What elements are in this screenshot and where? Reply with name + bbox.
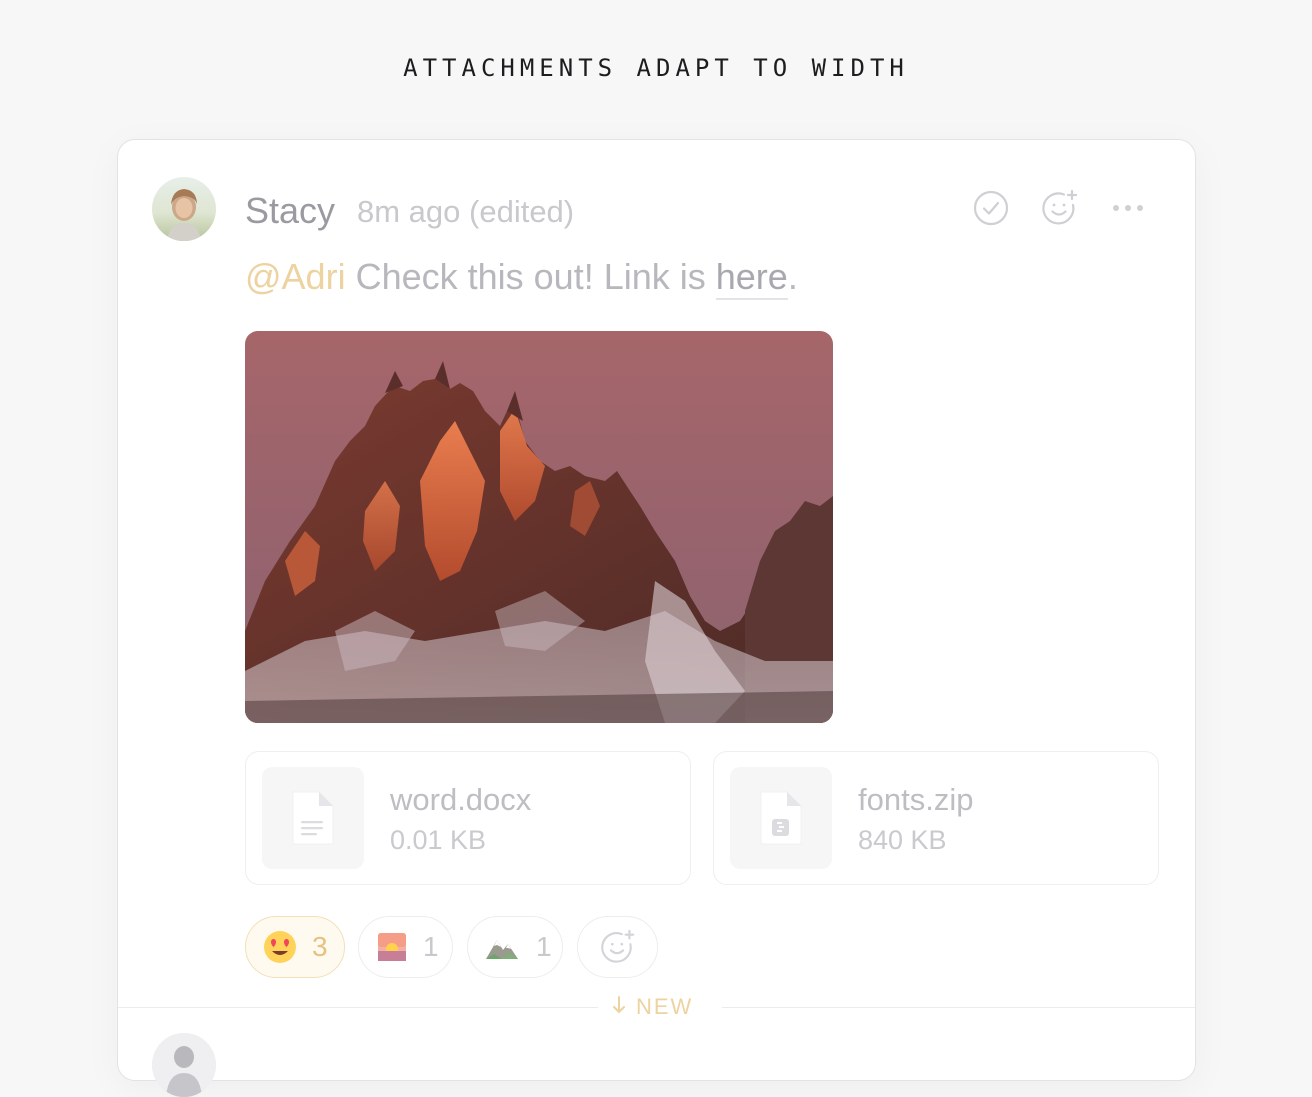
reaction-count: 1 [423,931,439,962]
new-divider-line-right [722,1007,1195,1008]
user-mention[interactable]: @Adri [245,256,346,297]
message-text-end: . [787,256,798,297]
new-label: NEW [636,994,694,1019]
file-size: 0.01 KB [390,825,487,855]
reaction-heart-eyes[interactable]: 3 [245,916,345,978]
page-heading: ATTACHMENTS ADAPT TO WIDTH [403,54,909,82]
message-text: Check this out! Link is [345,256,716,297]
message-link[interactable]: here [715,256,788,300]
add-reaction-button[interactable] [577,916,658,978]
file-size: 840 KB [858,825,947,855]
arrow-down-icon [612,994,626,1020]
reaction-count: 1 [536,931,552,962]
author-avatar[interactable] [152,177,216,241]
file-name: fonts.zip [858,782,974,817]
message-timestamp: 8m ago (edited) [357,194,575,229]
reaction-mountain[interactable]: 1 [467,916,563,978]
new-divider-line-left [118,1007,598,1008]
reaction-count: 3 [312,931,328,962]
mountain-emoji-icon [484,932,520,962]
zip-file-icon [730,767,832,869]
image-attachment[interactable] [245,331,833,723]
file-attachment-word[interactable]: word.docx 0.01 KB [245,751,691,885]
file-name: word.docx [390,782,532,817]
more-horizontal-icon[interactable] [1108,188,1148,228]
file-attachment-zip[interactable]: fonts.zip 840 KB [713,751,1159,885]
author-name[interactable]: Stacy [245,190,335,232]
sunrise-emoji-icon [377,932,407,962]
new-messages-divider: NEW [612,994,693,1020]
smiley-plus-icon[interactable] [1040,188,1080,228]
document-icon [262,767,364,869]
next-message-avatar[interactable] [152,1033,216,1097]
message-body: @Adri Check this out! Link is here. [245,256,798,300]
check-circle-icon[interactable] [971,188,1011,228]
message-card: Stacy 8m ago (edited) @Adri Check this o… [117,139,1196,1097]
reaction-sunrise[interactable]: 1 [358,916,453,978]
smiley-plus-icon [599,928,637,966]
heart-eyes-emoji-icon [262,929,298,965]
